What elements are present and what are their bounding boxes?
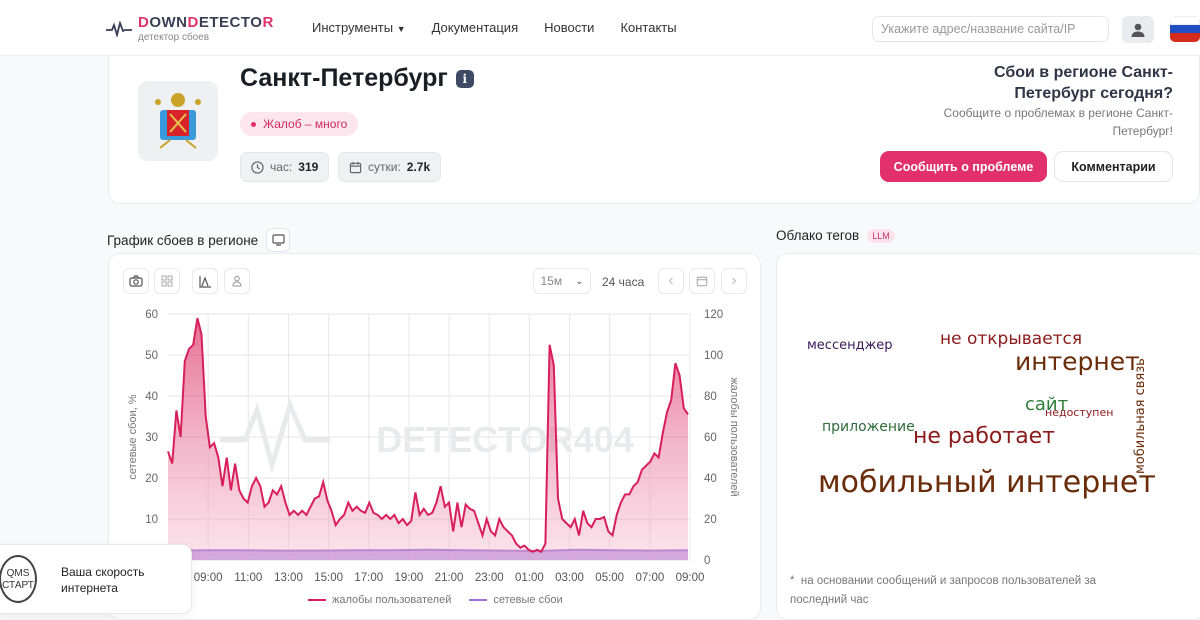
x-tick: 21:00 bbox=[435, 572, 464, 584]
tag-word[interactable]: интернет bbox=[1015, 349, 1140, 374]
tag-word[interactable]: мобильный интернет bbox=[818, 468, 1156, 498]
y-tick-right: 40 bbox=[704, 473, 717, 485]
tag-word[interactable]: недоступен bbox=[1045, 407, 1113, 418]
x-tick: 19:00 bbox=[395, 572, 424, 584]
legend-complaints[interactable]: жалобы пользователей bbox=[308, 594, 451, 606]
y-axis-label-right: жалобы пользователей bbox=[728, 377, 740, 496]
y-tick-left: 10 bbox=[145, 514, 158, 526]
tag-word[interactable]: не работает bbox=[913, 426, 1055, 448]
speed-test-text: Ваша скорость интернета bbox=[61, 565, 145, 595]
y-tick-right: 120 bbox=[704, 309, 723, 321]
x-tick: 03:00 bbox=[555, 572, 584, 584]
y-tick-left: 60 bbox=[145, 309, 158, 321]
y-tick-left: 40 bbox=[145, 391, 158, 403]
x-tick: 23:00 bbox=[475, 572, 504, 584]
y-tick-right: 100 bbox=[704, 350, 723, 362]
y-tick-left: 50 bbox=[145, 350, 158, 362]
watermark: DETECTOR404 bbox=[376, 419, 633, 460]
y-tick-left: 30 bbox=[145, 432, 158, 444]
tag-word[interactable]: не открывается bbox=[940, 331, 1082, 348]
x-tick: 07:00 bbox=[635, 572, 664, 584]
y-tick-right: 20 bbox=[704, 514, 717, 526]
x-tick: 09:00 bbox=[194, 572, 223, 584]
x-tick: 05:00 bbox=[595, 572, 624, 584]
x-tick: 17:00 bbox=[354, 572, 383, 584]
watermark-pulse-icon bbox=[220, 397, 330, 475]
tag-word[interactable]: приложение bbox=[822, 420, 915, 434]
speed-test-widget[interactable]: QMS СТАРТ Ваша скорость интернета bbox=[0, 544, 192, 614]
tag-cloud-footnote: * на основании сообщений и запросов поль… bbox=[790, 575, 1097, 606]
legend-network[interactable]: сетевые сбои bbox=[469, 594, 563, 606]
chart-legend: жалобы пользователей сетевые сбои bbox=[308, 594, 563, 606]
tag-word[interactable]: мессенджер bbox=[807, 339, 893, 352]
y-tick-right: 80 bbox=[704, 391, 717, 403]
x-tick: 01:00 bbox=[515, 572, 544, 584]
x-tick: 13:00 bbox=[274, 572, 303, 584]
qms-logo: QMS СТАРТ bbox=[0, 555, 37, 603]
y-axis-label-left: сетевые сбои, % bbox=[127, 394, 139, 479]
x-tick: 11:00 bbox=[234, 572, 262, 584]
tag-word[interactable]: мобильная связь bbox=[1133, 358, 1148, 474]
x-tick: 09:00 bbox=[676, 572, 705, 584]
y-tick-right: 60 bbox=[704, 432, 717, 444]
x-tick: 15:00 bbox=[314, 572, 343, 584]
y-tick-right: 0 bbox=[704, 555, 710, 567]
y-tick-left: 20 bbox=[145, 473, 158, 485]
